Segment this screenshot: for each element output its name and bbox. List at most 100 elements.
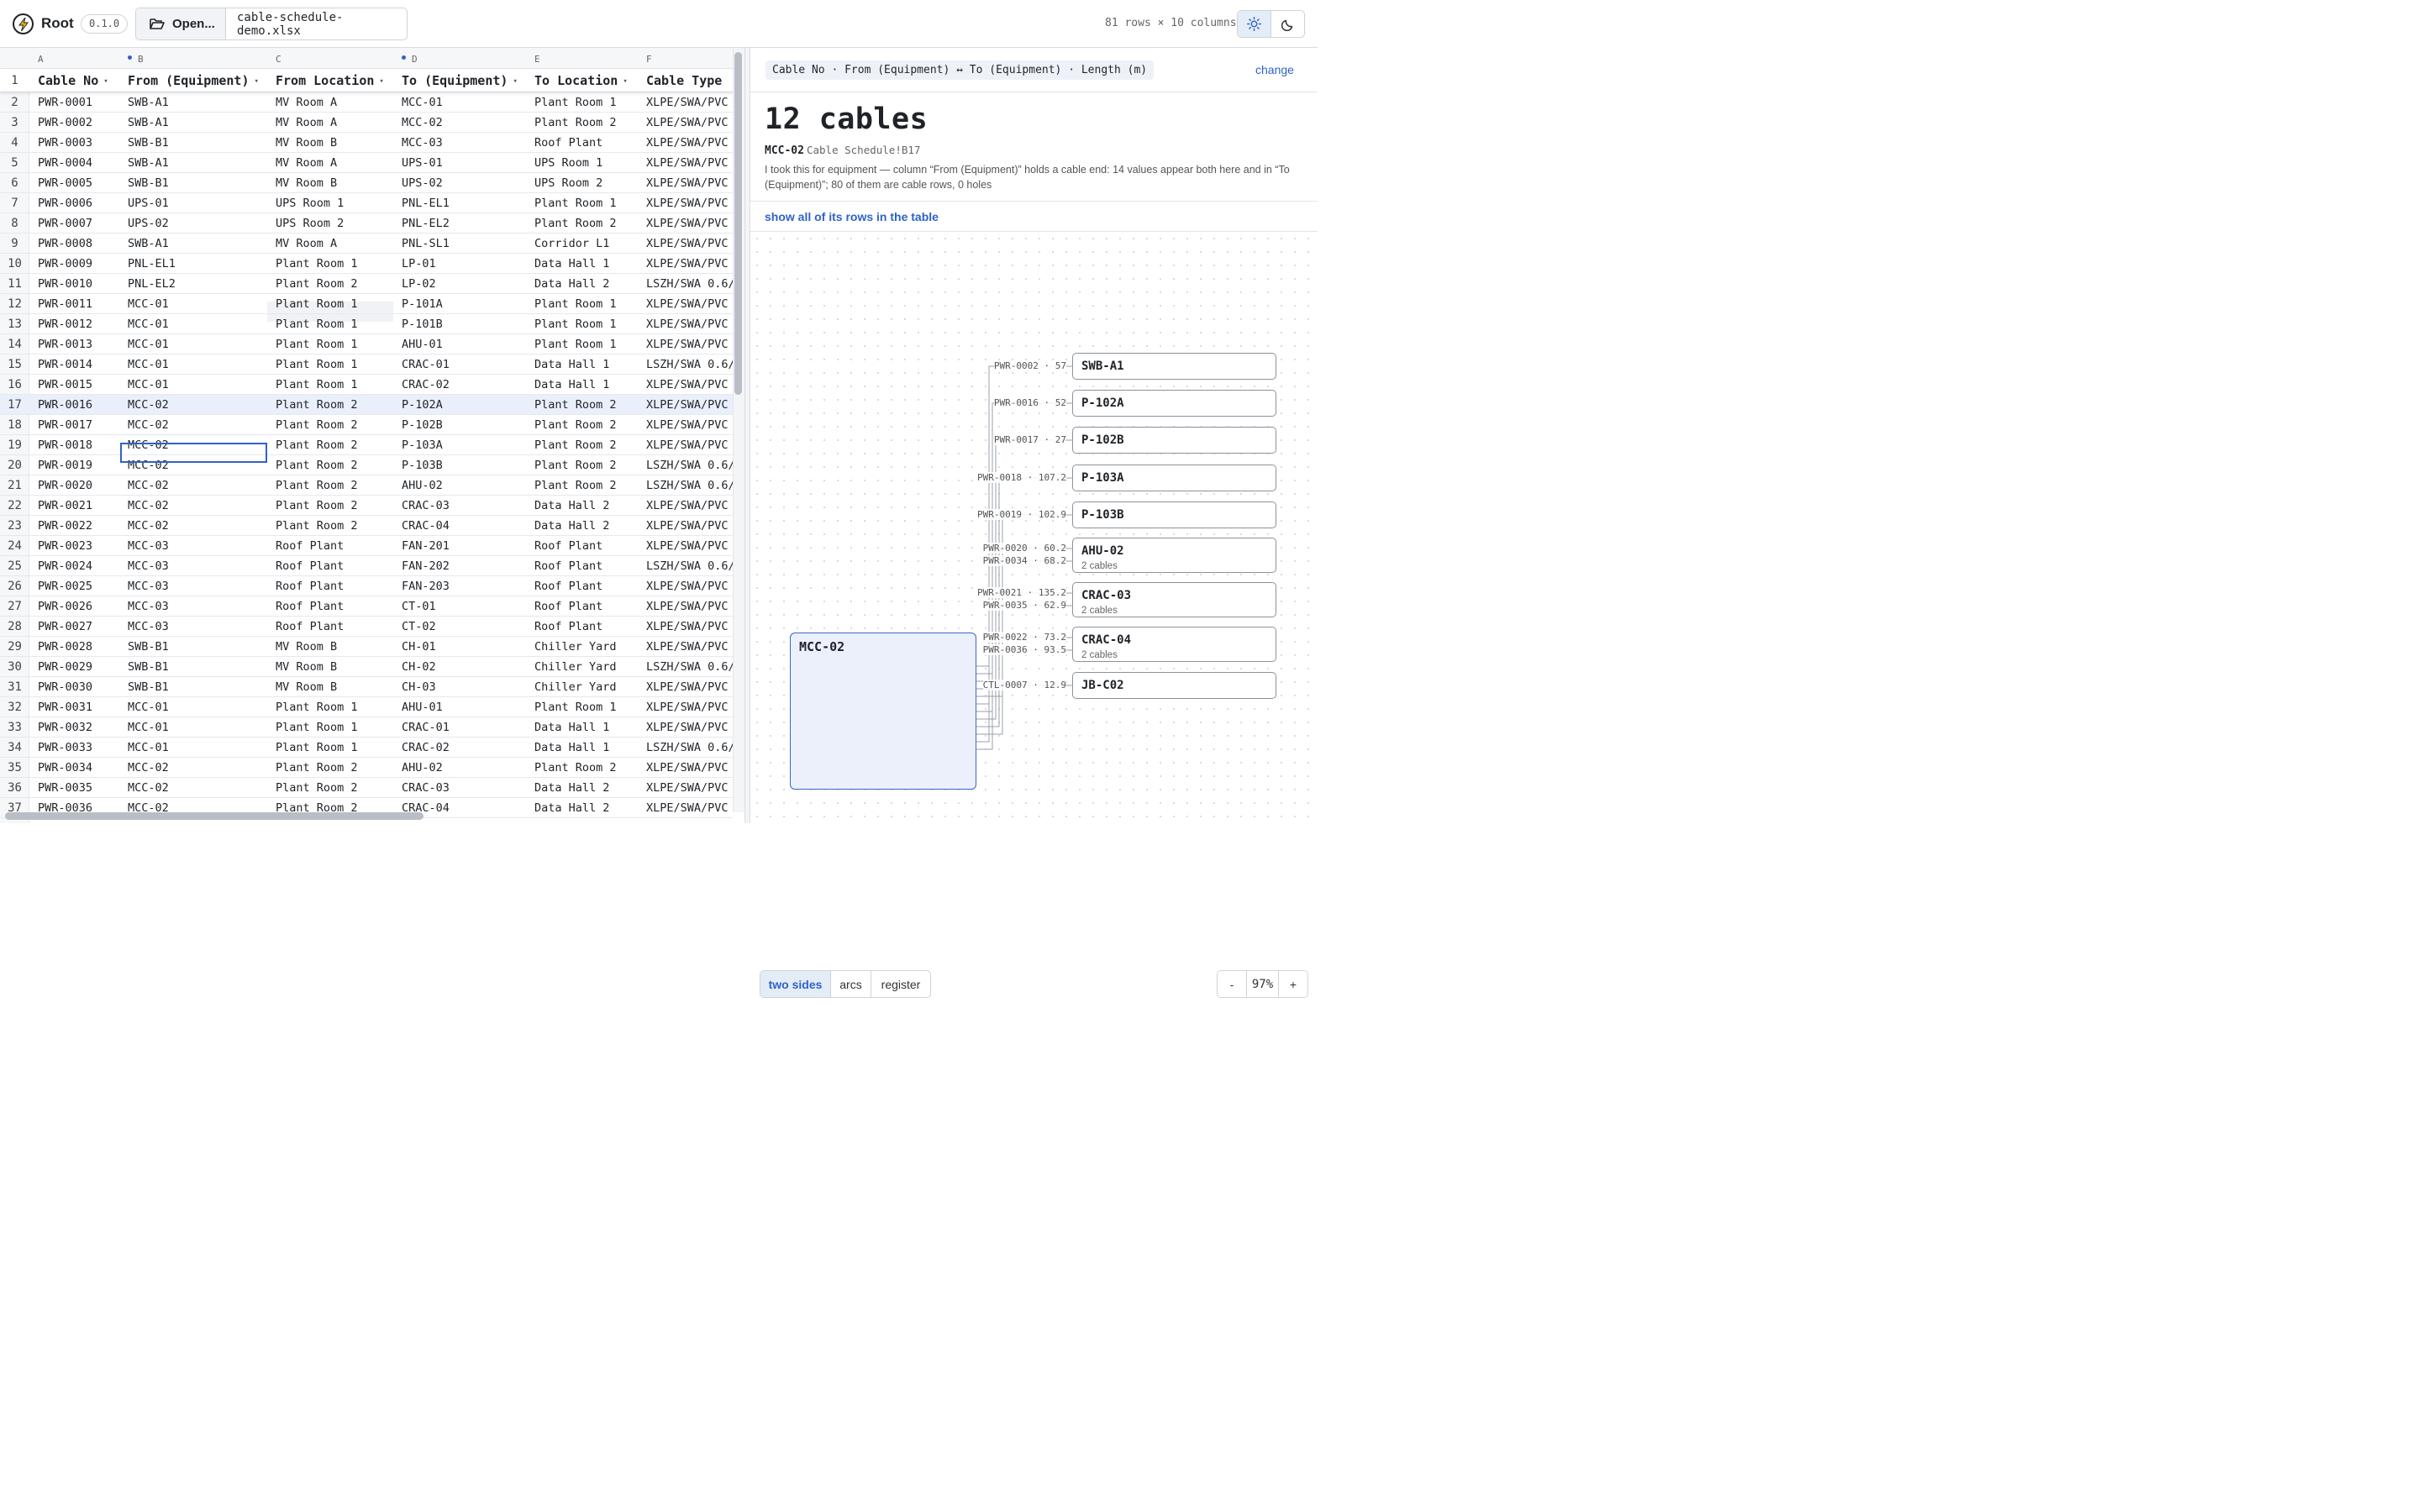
table-cell[interactable]: MV Room B [276,680,337,694]
table-cell[interactable]: MCC-03 [128,559,169,573]
table-row[interactable]: 15 PWR-0014 MCC-01 Plant Room 1 CRAC-01 Data … [0,354,735,375]
table-cell[interactable]: FAN-201 [402,539,450,553]
table-cell[interactable]: Roof Plant [276,580,344,593]
column-header[interactable]: To Location ▾ [534,73,628,88]
hub-node[interactable]: MCC-02 [790,633,976,790]
table-cell[interactable]: Chiller Yard [534,660,617,674]
table-cell[interactable]: Roof Plant [276,559,344,573]
table-cell[interactable]: Data Hall 1 [534,378,609,391]
cable-edge-label[interactable]: PWR-0017 · 27 [993,434,1066,445]
table-cell[interactable]: Plant Room 2 [534,398,617,412]
table-cell[interactable]: PWR-0001 [38,96,92,109]
table-row[interactable]: 32 PWR-0031 MCC-01 Plant Room 1 AHU-01 Plant … [0,697,733,717]
table-cell[interactable]: MCC-02 [128,499,169,512]
table-cell[interactable]: PWR-0024 [38,559,92,573]
change-link[interactable]: change [1255,63,1294,76]
table-cell[interactable]: PWR-0032 [38,721,92,734]
table-row[interactable]: 26 PWR-0025 MCC-03 Roof Plant FAN-203 Roof Pl… [0,576,733,596]
table-cell[interactable]: XLPE/SWA/PVC [646,96,729,109]
table-cell[interactable]: Plant Room 2 [534,116,617,129]
table-cell[interactable]: MCC-01 [128,318,169,331]
vertical-scroll-thumb[interactable] [734,52,742,395]
table-cell[interactable]: MCC-01 [128,701,169,714]
table-cell[interactable]: XLPE/SWA/PVC [646,499,729,512]
equipment-node[interactable]: CRAC-03 2 cables [1072,582,1276,617]
table-row[interactable]: 19 PWR-0018 MCC-02 Plant Room 2 P-103A Plant … [0,435,733,455]
table-cell[interactable]: LSZH/SWA 0.6/ [646,459,735,472]
table-cell[interactable]: XLPE/SWA/PVC [646,418,729,432]
row-number[interactable]: 34 [0,741,29,754]
table-cell[interactable]: XLPE/SWA/PVC [646,338,729,351]
table-cell[interactable]: PWR-0019 [38,459,92,472]
table-cell[interactable]: PWR-0018 [38,438,92,452]
filter-caret-icon[interactable]: ▾ [255,77,259,86]
table-cell[interactable]: Plant Room 2 [534,438,617,452]
table-cell[interactable]: XLPE/SWA/PVC [646,761,729,774]
table-cell[interactable]: Plant Room 2 [276,479,358,492]
table-cell[interactable]: Plant Room 2 [534,217,617,230]
table-row[interactable]: 3 PWR-0002 SWB-A1 MV Room A MCC-02 Plant Room… [0,113,733,133]
table-cell[interactable]: P-103A [402,438,443,452]
cable-edge-label[interactable]: PWR-0018 · 107.2 [977,472,1066,483]
cable-edge-label[interactable]: PWR-0021 · 135.2 [977,587,1066,598]
table-row[interactable]: 20 PWR-0019 MCC-02 Plant Room 2 P-103B Plant … [0,455,735,475]
table-cell[interactable]: PNL-EL1 [402,197,450,210]
cable-edge-label[interactable]: PWR-0022 · 73.2 [982,632,1066,643]
table-cell[interactable]: XLPE/SWA/PVC [646,116,729,129]
row-number[interactable]: 2 [0,96,29,109]
table-cell[interactable]: CRAC-01 [402,358,450,371]
table-cell[interactable]: MCC-02 [402,116,443,129]
table-row[interactable]: 33 PWR-0032 MCC-01 Plant Room 1 CRAC-01 Data … [0,717,733,738]
table-cell[interactable]: Plant Room 2 [276,418,358,432]
table-cell[interactable]: PWR-0034 [38,761,92,774]
table-cell[interactable]: UPS-01 [128,197,169,210]
equipment-node[interactable]: P-102A [1072,390,1276,417]
table-cell[interactable]: XLPE/SWA/PVC [646,398,729,412]
table-cell[interactable]: Chiller Yard [534,640,617,654]
row-number[interactable]: 1 [0,74,29,87]
table-cell[interactable]: PWR-0011 [38,297,92,311]
table-cell[interactable]: LSZH/SWA 0.6/ [646,479,735,492]
row-number[interactable]: 30 [0,660,29,674]
table-cell[interactable]: UPS Room 1 [534,156,602,170]
table-cell[interactable]: MV Room A [276,116,337,129]
table-cell[interactable]: XLPE/SWA/PVC [646,801,729,815]
table-cell[interactable]: PWR-0023 [38,539,92,553]
row-number[interactable]: 23 [0,519,29,533]
table-cell[interactable]: PNL-EL1 [128,257,176,270]
table-cell[interactable]: CT-01 [402,600,436,613]
equipment-node[interactable]: P-102B [1072,427,1276,454]
row-number[interactable]: 22 [0,499,29,512]
table-cell[interactable]: XLPE/SWA/PVC [646,539,729,553]
table-cell[interactable]: MV Room A [276,237,337,250]
table-cell[interactable]: UPS-02 [128,217,169,230]
row-number[interactable]: 16 [0,378,29,391]
table-row[interactable]: 27 PWR-0026 MCC-03 Roof Plant CT-01 Roof Plan… [0,596,733,617]
row-number[interactable]: 24 [0,539,29,553]
table-cell[interactable]: Roof Plant [534,559,602,573]
table-cell[interactable]: CRAC-03 [402,499,450,512]
light-theme-button[interactable] [1238,11,1271,37]
column-letter[interactable]: A [38,54,44,65]
table-cell[interactable]: P-101A [402,297,443,311]
table-cell[interactable]: MCC-03 [128,580,169,593]
equipment-node[interactable]: P-103A [1072,465,1276,491]
table-cell[interactable]: PWR-0006 [38,197,92,210]
row-number[interactable]: 26 [0,580,29,593]
table-cell[interactable]: PWR-0016 [38,398,92,412]
table-cell[interactable]: Plant Room 2 [276,499,358,512]
table-row[interactable]: 13 PWR-0012 MCC-01 Plant Room 1 P-101B Plant … [0,314,733,334]
row-number[interactable]: 31 [0,680,29,694]
cable-edge-label[interactable]: PWR-0034 · 68.2 [982,555,1066,566]
table-cell[interactable]: XLPE/SWA/PVC [646,721,729,734]
table-cell[interactable]: PWR-0014 [38,358,92,371]
table-cell[interactable]: P-102B [402,418,443,432]
table-row[interactable]: 30 PWR-0029 SWB-B1 MV Room B CH-02 Chiller Ya… [0,657,735,677]
table-cell[interactable]: PWR-0002 [38,116,92,129]
table-row[interactable]: 18 PWR-0017 MCC-02 Plant Room 2 P-102B Plant … [0,415,733,435]
table-cell[interactable]: XLPE/SWA/PVC [646,297,729,311]
table-cell[interactable]: Data Hall 2 [534,801,609,815]
table-row[interactable]: 17 PWR-0016 MCC-02 Plant Room 2 P-102A Plant … [0,395,733,415]
table-cell[interactable]: Roof Plant [276,600,344,613]
table-cell[interactable]: Roof Plant [276,620,344,633]
